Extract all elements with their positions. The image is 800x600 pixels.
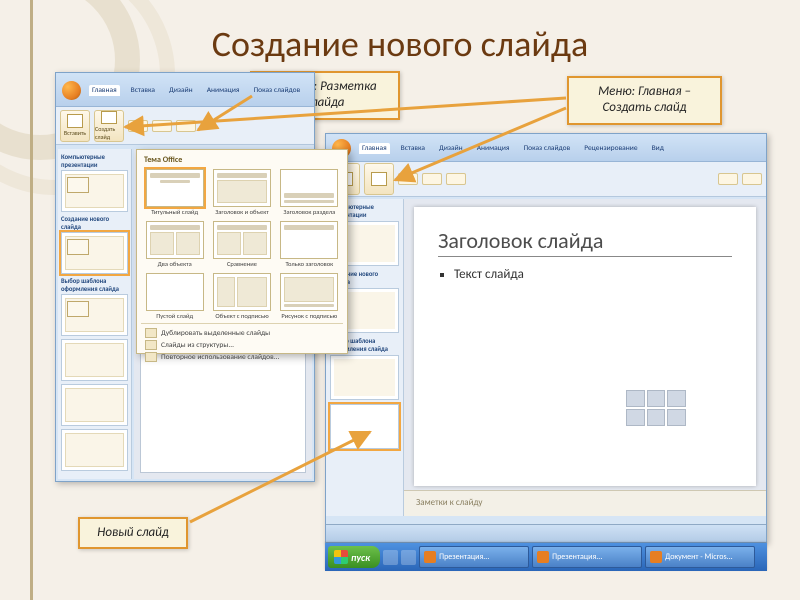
tab-animations[interactable]: Анимация [204,85,243,96]
ribbon-mini-a[interactable] [398,173,418,185]
thumb-sec-1: Компьютерные презентации [61,153,128,169]
layout-extra-outline[interactable]: Слайды из структуры... [145,339,339,351]
office-orb-icon[interactable] [62,81,81,100]
page-title: Создание нового слайда [0,22,800,66]
powerpoint-window-layouts: Главная Вставка Дизайн Анимация Показ сл… [55,72,315,482]
tab-review[interactable]: Рецензирование [581,143,640,154]
ribbon-mini-3[interactable] [176,120,196,132]
slide-title-placeholder[interactable]: Заголовок слайда [438,227,732,257]
slide-thumb-r4-new[interactable] [330,404,399,449]
tab-design[interactable]: Дизайн [436,143,466,154]
thumb-sec-3: Выбор шаблона оформления слайда [61,277,128,293]
layout-gallery-popup: Тема Office Титульный слайд Заголовок и … [136,149,348,354]
taskbar-item-1[interactable]: Презентация... [419,546,529,568]
new-slide-icon [101,111,117,124]
tab-home[interactable]: Главная [359,143,390,154]
layout-content-caption[interactable] [213,273,271,311]
layout-extra-reuse[interactable]: Повторное использование слайдов... [145,351,339,363]
layout-blank[interactable] [146,273,204,311]
layout-extra-duplicate[interactable]: Дублировать выделенные слайды [145,327,339,339]
slide-thumb-4[interactable] [61,339,128,381]
tab-insert[interactable]: Вставка [128,85,158,96]
windows-taskbar: пуск Презентация... Презентация... Докум… [325,543,767,571]
ribbon-tabs-left: Главная Вставка Дизайн Анимация Показ сл… [56,73,314,107]
tab-slideshow[interactable]: Показ слайдов [520,143,573,154]
layout-picture-caption[interactable] [280,273,338,311]
taskbar-item-2[interactable]: Презентация... [532,546,642,568]
ribbon-mini-b[interactable] [422,173,442,185]
callout-new-slide: Новый слайд [78,517,188,549]
thumb-sec-2: Создание нового слайда [61,215,128,231]
slide-thumb-5[interactable] [61,384,128,426]
slide-thumb-6[interactable] [61,429,128,471]
quicklaunch-2[interactable] [401,550,416,565]
thumbnail-pane-left[interactable]: Компьютерные презентации Создание нового… [58,149,132,479]
tab-design[interactable]: Дизайн [166,85,196,96]
slide-canvas[interactable]: Заголовок слайда Текст слайда [414,207,756,486]
ribbon-mini-1[interactable] [128,120,148,132]
taskbar-item-3[interactable]: Документ - Micros... [645,546,755,568]
quicklaunch-1[interactable] [383,550,398,565]
tab-view[interactable]: Вид [649,143,667,154]
new-slide-icon [371,172,387,186]
new-slide-label: Создать слайд [95,125,123,141]
status-bar [326,524,766,542]
slide-bullet-text: Текст слайда [454,267,732,282]
start-button[interactable]: пуск [328,546,380,568]
layout-grid: Титульный слайд Заголовок и объект Загол… [141,166,343,320]
new-slide-button-right[interactable] [364,163,394,195]
ribbon-mini-e[interactable] [742,173,762,185]
decorative-strip [30,0,33,600]
paste-button[interactable]: Вставить [60,110,90,142]
powerpoint-window-main: Главная Вставка Дизайн Анимация Показ сл… [325,133,767,543]
layout-title-only[interactable] [280,221,338,259]
callout-menu-new-slide: Меню: Главная – Создать слайд [567,76,722,125]
slide-body-placeholder[interactable]: Текст слайда [438,267,732,282]
tab-home[interactable]: Главная [89,85,120,96]
tab-insert[interactable]: Вставка [398,143,428,154]
layout-title-content[interactable] [213,169,271,207]
ribbon-tabs-right: Главная Вставка Дизайн Анимация Показ сл… [326,134,766,162]
ribbon-mini-c[interactable] [446,173,466,185]
layout-two-content[interactable] [146,221,204,259]
layout-title-slide[interactable] [146,169,204,207]
ribbon-mini-2[interactable] [152,120,172,132]
notes-pane[interactable]: Заметки к слайду [404,490,766,516]
new-slide-button[interactable]: Создать слайд [94,110,124,142]
ribbon-tools-left: Вставить Создать слайд [56,107,314,145]
content-placeholder-icons[interactable] [626,390,686,426]
slide-thumb-1[interactable] [61,170,128,212]
tab-slideshow[interactable]: Показ слайдов [250,85,303,96]
ribbon-mini-d[interactable] [718,173,738,185]
layout-comparison[interactable] [213,221,271,259]
layout-section-header[interactable] [280,169,338,207]
clipboard-icon [67,114,83,128]
tab-animations[interactable]: Анимация [474,143,513,154]
paste-label: Вставить [64,129,86,137]
ribbon-tools-right [326,162,766,197]
slide-thumb-3[interactable] [61,294,128,336]
layout-theme-label: Тема Office [141,154,343,166]
slide-thumb-2[interactable] [61,232,128,274]
